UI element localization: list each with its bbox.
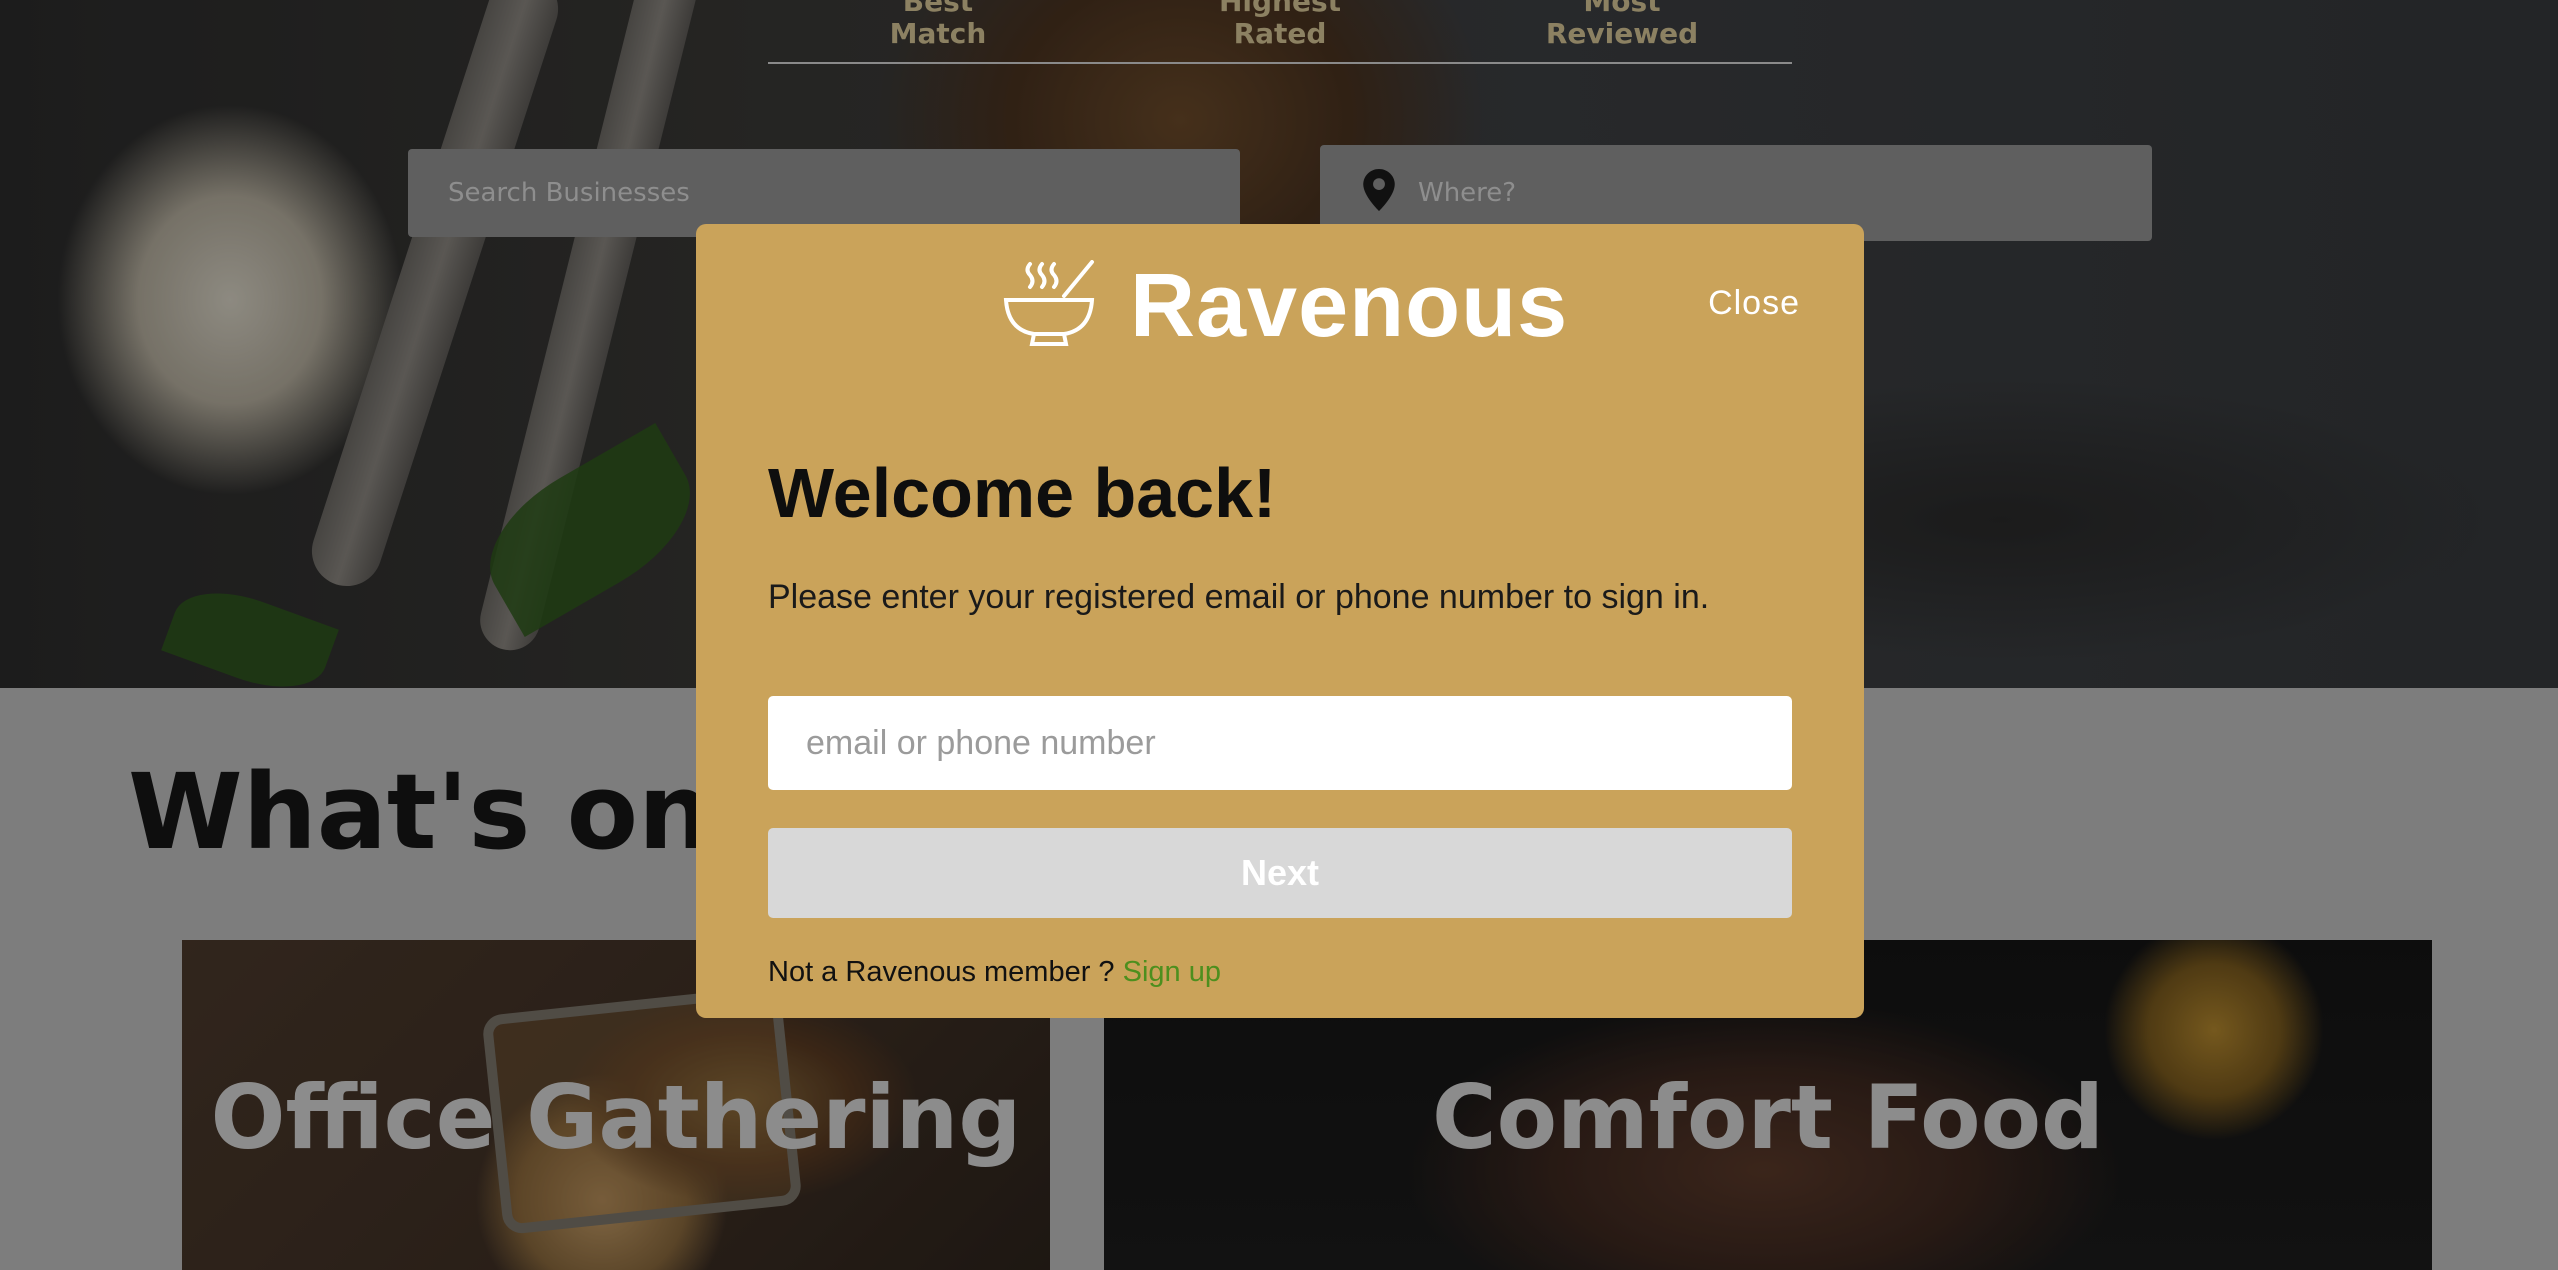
signup-prompt-line: Not a Ravenous member ? Sign up: [768, 954, 1221, 990]
sign-in-modal: Ravenous Close Welcome back! Please ente…: [696, 224, 1864, 1018]
modal-heading: Welcome back!: [768, 454, 1277, 532]
tab-label: Reviewed: [1545, 17, 1699, 50]
brand-name: Ravenous: [1130, 256, 1569, 356]
next-button[interactable]: Next: [768, 828, 1792, 918]
tab-best-match[interactable]: Best Match: [838, 0, 1038, 50]
close-button[interactable]: Close: [1708, 284, 1800, 323]
search-placeholder: Where?: [1418, 178, 1517, 208]
tab-most-reviewed[interactable]: Most Reviewed: [1522, 0, 1722, 50]
tab-highest-rated[interactable]: Highest Rated: [1180, 0, 1380, 50]
tab-label: Best: [902, 0, 974, 18]
modal-instructions: Please enter your registered email or ph…: [768, 578, 1710, 616]
bowl-icon: [1003, 260, 1095, 346]
card-title: Office Gathering: [210, 1066, 1022, 1169]
card-title: Comfort Food: [1431, 1066, 2105, 1169]
signup-link[interactable]: Sign up: [1123, 956, 1221, 988]
tab-label: Match: [889, 17, 987, 50]
email-or-phone-input[interactable]: [768, 696, 1792, 790]
search-placeholder: Search Businesses: [448, 178, 690, 208]
tab-label: Most: [1583, 0, 1661, 18]
sort-tabs: Best Match Highest Rated Most Reviewed: [768, 0, 1792, 64]
tab-label: Rated: [1233, 17, 1327, 50]
signup-prompt-text: Not a Ravenous member ?: [768, 956, 1115, 988]
map-pin-icon: [1363, 169, 1395, 211]
tab-label: Highest: [1218, 0, 1342, 18]
